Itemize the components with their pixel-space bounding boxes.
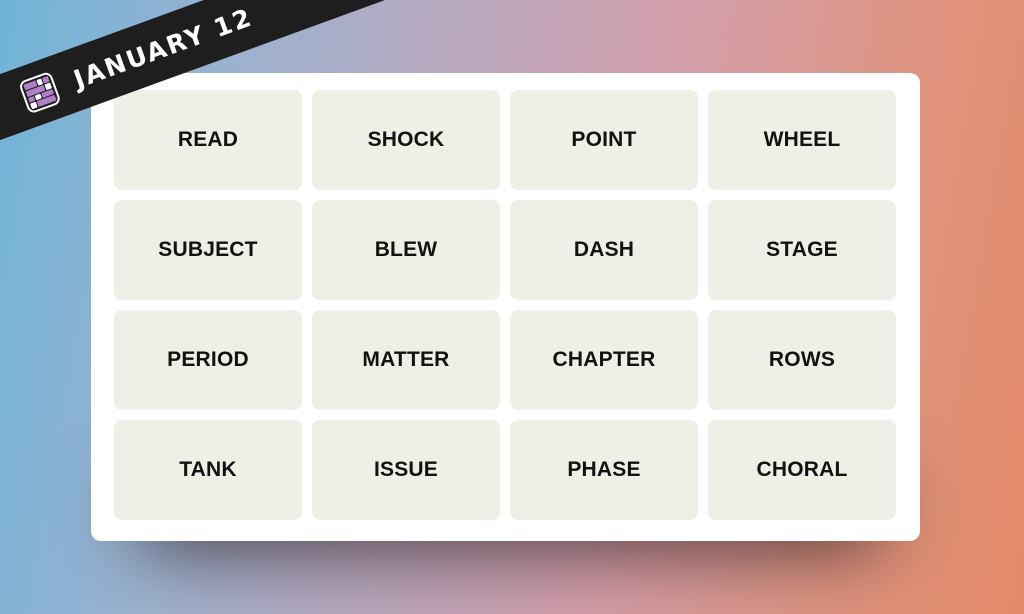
word-tile[interactable]: MATTER (312, 310, 500, 410)
word-tile[interactable]: WHEEL (708, 90, 896, 190)
word-label: ISSUE (373, 458, 439, 481)
word-label: MATTER (362, 348, 450, 371)
word-label: TANK (179, 458, 237, 481)
word-tile[interactable]: SHOCK (312, 90, 500, 190)
word-label: SHOCK (367, 128, 445, 151)
word-tile[interactable]: PHASE (510, 420, 698, 520)
connections-grid-icon (18, 70, 62, 115)
word-label: WHEEL (763, 128, 841, 151)
word-tile[interactable]: CHORAL (708, 420, 896, 520)
word-tile[interactable]: BLEW (312, 200, 500, 300)
word-label: PHASE (567, 458, 641, 481)
word-label: READ (177, 128, 239, 151)
word-label: DASH (573, 238, 635, 261)
word-tile[interactable]: PERIOD (114, 310, 302, 410)
word-label: STAGE (766, 238, 838, 261)
word-label: PERIOD (167, 348, 249, 371)
word-tile[interactable]: READ (114, 90, 302, 190)
word-tile[interactable]: ISSUE (312, 420, 500, 520)
word-label: CHAPTER (552, 348, 656, 371)
word-tile[interactable]: CHAPTER (510, 310, 698, 410)
word-label: BLEW (374, 238, 438, 261)
word-label: CHORAL (756, 458, 848, 481)
word-tile[interactable]: POINT (510, 90, 698, 190)
word-label: POINT (571, 128, 637, 151)
word-tile[interactable]: TANK (114, 420, 302, 520)
word-tile[interactable]: STAGE (708, 200, 896, 300)
word-label: ROWS (768, 348, 836, 371)
word-tile[interactable]: DASH (510, 200, 698, 300)
word-label: SUBJECT (158, 238, 258, 261)
word-grid: READ SHOCK POINT WHEEL SUBJECT BLEW DASH… (91, 73, 920, 541)
word-tile[interactable]: ROWS (708, 310, 896, 410)
word-tile[interactable]: SUBJECT (114, 200, 302, 300)
